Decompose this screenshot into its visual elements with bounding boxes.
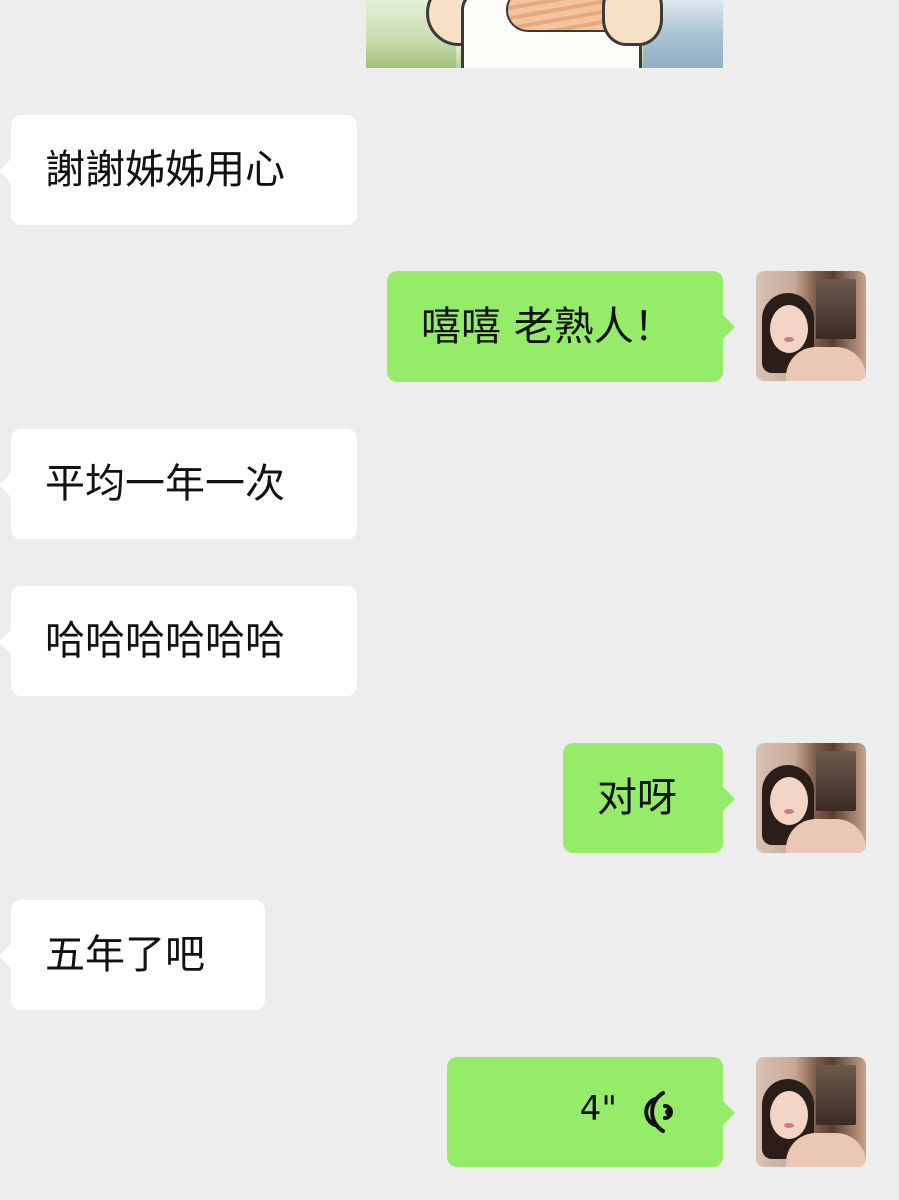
avatar[interactable] xyxy=(756,743,866,853)
voice-wave-icon xyxy=(635,1087,675,1137)
avatar-body xyxy=(786,1133,866,1167)
avatar-window xyxy=(816,751,856,811)
bubble-tail xyxy=(723,1101,735,1125)
sticker-arm xyxy=(602,0,663,46)
message-bubble-outgoing[interactable]: 对呀 xyxy=(563,743,735,853)
avatar-face xyxy=(770,1091,808,1139)
bubble-tail xyxy=(0,159,11,183)
avatar[interactable] xyxy=(756,271,866,381)
bubble-tail xyxy=(0,630,11,654)
voice-duration: 4" xyxy=(579,1089,617,1129)
message-text: 平均一年一次 xyxy=(45,461,285,507)
bubble-tail xyxy=(0,944,11,968)
message-text: 五年了吧 xyxy=(45,932,205,978)
avatar-body xyxy=(786,347,866,381)
avatar-face xyxy=(770,305,808,353)
bubble-tail xyxy=(0,473,11,497)
avatar-lips xyxy=(784,337,794,342)
message-bubble-incoming[interactable]: 哈哈哈哈哈哈 xyxy=(0,586,357,696)
message-bubble-incoming[interactable]: 五年了吧 xyxy=(0,900,265,1010)
message-bubble-outgoing[interactable]: 嘻嘻 老熟人！ xyxy=(387,271,735,382)
message-text: 对呀 xyxy=(597,775,677,821)
message-bubble-incoming[interactable]: 謝謝姊姊用心 xyxy=(0,115,357,225)
avatar-lips xyxy=(784,809,794,814)
avatar-body xyxy=(786,819,866,853)
avatar-lips xyxy=(784,1123,794,1128)
message-text: 嘻嘻 老熟人！ xyxy=(421,303,674,350)
avatar-window xyxy=(816,1065,856,1125)
bubble-tail xyxy=(723,787,735,811)
message-text: 哈哈哈哈哈哈 xyxy=(45,618,285,664)
sticker-image[interactable] xyxy=(366,0,723,68)
message-text: 謝謝姊姊用心 xyxy=(45,147,285,193)
message-bubble-incoming[interactable]: 平均一年一次 xyxy=(0,429,357,539)
avatar-window xyxy=(816,279,856,339)
avatar[interactable] xyxy=(756,1057,866,1167)
voice-message-bubble[interactable]: 4" xyxy=(447,1057,735,1167)
bubble-tail xyxy=(723,315,735,339)
avatar-face xyxy=(770,777,808,825)
